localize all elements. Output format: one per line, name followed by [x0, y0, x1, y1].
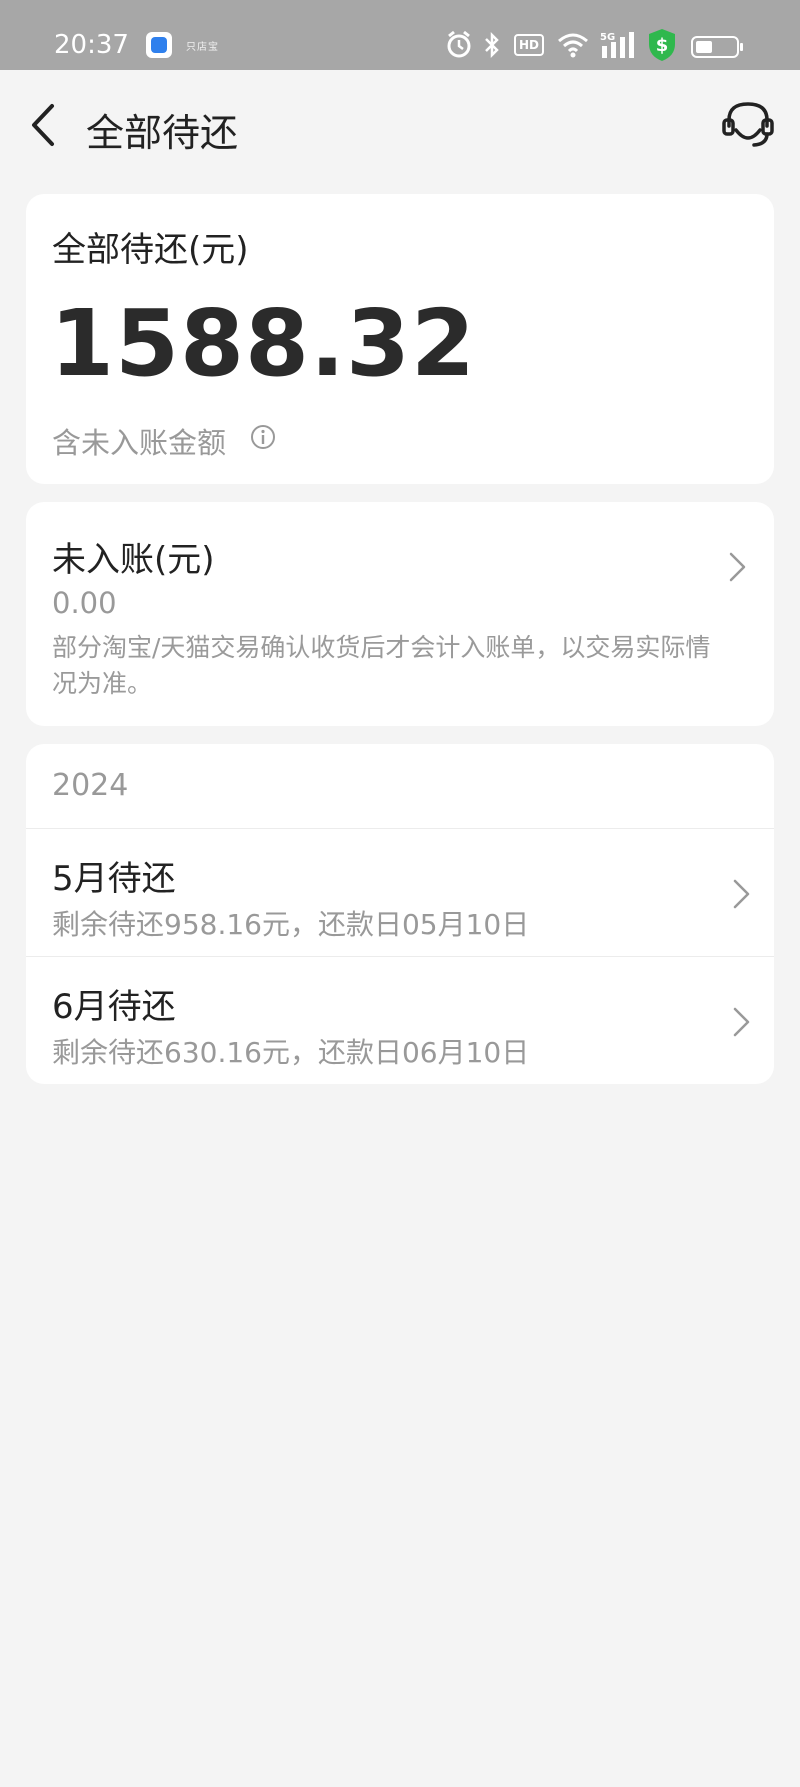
month-due-title: 5月待还	[52, 859, 176, 899]
month-due-row[interactable]: 5月待还 剩余待还958.16元，还款日05月10日	[26, 828, 774, 956]
battery-icon	[691, 36, 743, 58]
chevron-right-icon	[733, 1007, 750, 1037]
page-title: 全部待还	[86, 111, 239, 155]
year-label: 2024	[52, 768, 129, 803]
month-due-row[interactable]: 6月待还 剩余待还630.16元，还款日06月10日	[26, 956, 774, 1084]
alarm-icon	[447, 30, 471, 58]
unposted-label: 未入账(元)	[52, 540, 215, 580]
total-due-amount: 1588.32	[50, 290, 477, 397]
info-icon[interactable]	[250, 424, 276, 450]
month-due-subtitle: 剩余待还958.16元，还款日05月10日	[52, 908, 530, 941]
status-bar: 20:37 只店宝 HD 5G $	[0, 0, 800, 70]
month-due-title: 6月待还	[52, 987, 176, 1027]
svg-text:5G: 5G	[600, 32, 615, 43]
app-notification-icon	[146, 32, 172, 58]
total-due-card: 全部待还(元) 1588.32 含未入账金额	[26, 194, 774, 484]
back-button[interactable]	[24, 100, 64, 150]
chevron-right-icon	[733, 879, 750, 909]
top-nav-bar: 全部待还	[0, 70, 800, 180]
customer-service-icon	[722, 102, 774, 147]
unposted-amount: 0.00	[52, 586, 117, 620]
status-time: 20:37	[54, 30, 129, 60]
signal-icon: 5G	[600, 32, 634, 58]
hd-icon: HD	[514, 34, 544, 56]
customer-service-button[interactable]	[720, 96, 776, 152]
month-due-subtitle: 剩余待还630.16元，还款日06月10日	[52, 1036, 530, 1069]
bluetooth-icon	[485, 31, 499, 59]
total-due-note: 含未入账金额	[52, 426, 227, 460]
security-shield-icon: $	[649, 29, 675, 61]
chevron-left-icon	[32, 104, 54, 146]
svg-text:$: $	[656, 35, 669, 56]
app-notification-label: 只店宝	[186, 42, 219, 53]
unposted-description: 部分淘宝/天猫交易确认收货后才会计入账单，以交易实际情况为准。	[52, 633, 711, 698]
chevron-right-icon	[729, 552, 746, 582]
wifi-icon	[558, 33, 588, 58]
unposted-amount-card[interactable]: 未入账(元) 0.00 部分淘宝/天猫交易确认收货后才会计入账单，以交易实际情况…	[26, 502, 774, 726]
monthly-due-card: 2024 5月待还 剩余待还958.16元，还款日05月10日 6月待还 剩余待…	[26, 744, 774, 1084]
total-due-label: 全部待还(元)	[52, 230, 249, 270]
